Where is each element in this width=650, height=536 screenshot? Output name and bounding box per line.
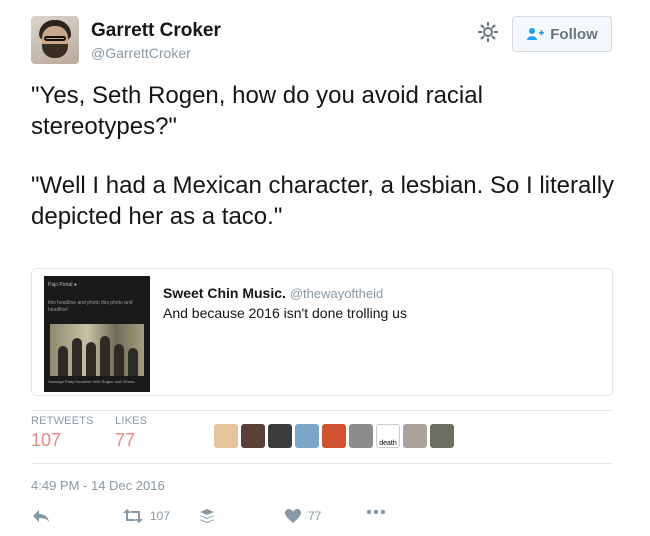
thumbnail-caption: this headline and photo this photo and h… xyxy=(48,300,133,313)
quoted-author-name: Sweet Chin Music. xyxy=(163,285,286,301)
thumbnail-photo xyxy=(50,324,144,376)
quoted-tweet[interactable]: Pajo Portal ● this headline and photo th… xyxy=(31,268,613,396)
retweets-label: RETWEETS xyxy=(31,415,94,427)
likes-label: LIKES xyxy=(115,415,148,427)
divider xyxy=(31,463,613,464)
reply-button[interactable] xyxy=(31,508,51,524)
tweet-actions: 107 77 xyxy=(0,508,650,530)
buffer-button[interactable] xyxy=(199,508,215,524)
quoted-author[interactable]: Sweet Chin Music. @thewayoftheid xyxy=(163,285,383,301)
tweet-text: "Yes, Seth Rogen, how do you avoid racia… xyxy=(31,80,621,260)
avatar-glasses xyxy=(44,36,66,41)
liker-avatar-label: death xyxy=(379,440,397,447)
tweet-paragraph-2: "Well I had a Mexican character, a lesbi… xyxy=(31,172,615,230)
more-button[interactable] xyxy=(365,508,387,516)
retweet-button[interactable]: 107 xyxy=(122,508,170,524)
liker-avatar[interactable] xyxy=(214,424,238,448)
thumbnail-header: Pajo Portal ● xyxy=(48,282,77,288)
liker-avatar[interactable] xyxy=(295,424,319,448)
liker-avatar[interactable]: death xyxy=(376,424,400,448)
timestamp[interactable]: 4:49 PM - 14 Dec 2016 xyxy=(31,478,165,493)
gear-icon[interactable] xyxy=(476,20,500,44)
follow-button[interactable]: Follow xyxy=(512,16,612,52)
liker-avatar[interactable] xyxy=(268,424,292,448)
avatar-beard xyxy=(42,44,68,58)
liker-avatar[interactable] xyxy=(430,424,454,448)
liker-avatar[interactable] xyxy=(322,424,346,448)
retweet-count: 107 xyxy=(150,509,171,523)
liker-avatar[interactable] xyxy=(349,424,373,448)
divider xyxy=(31,410,613,411)
quoted-tweet-text: And because 2016 isn't done trolling us xyxy=(163,305,407,321)
quoted-author-handle: @thewayoftheid xyxy=(289,286,384,301)
retweet-icon xyxy=(123,509,143,523)
add-user-icon xyxy=(527,28,545,40)
like-button[interactable]: 77 xyxy=(284,508,321,524)
reply-icon xyxy=(33,510,49,522)
quoted-tweet-thumbnail[interactable]: Pajo Portal ● this headline and photo th… xyxy=(44,276,150,392)
likes-count: 77 xyxy=(115,430,136,450)
heart-icon xyxy=(285,509,301,523)
retweets-stat[interactable]: RETWEETS 107 xyxy=(31,415,94,451)
stack-icon xyxy=(200,509,214,523)
liker-avatar[interactable] xyxy=(241,424,265,448)
tweet-paragraph-1: "Yes, Seth Rogen, how do you avoid racia… xyxy=(31,82,483,140)
likes-stat[interactable]: LIKES 77 xyxy=(115,415,147,451)
liker-avatar[interactable] xyxy=(403,424,427,448)
user-handle[interactable]: @GarrettCroker xyxy=(91,45,191,61)
liker-avatars: death xyxy=(214,424,454,448)
more-icon xyxy=(366,509,386,515)
user-name[interactable]: Garrett Croker xyxy=(91,20,221,42)
thumbnail-footer: Sausage Party Headline Seth Rogen and Ot… xyxy=(48,379,138,384)
like-count: 77 xyxy=(308,509,322,523)
retweets-count: 107 xyxy=(31,430,62,450)
avatar[interactable] xyxy=(31,16,79,64)
follow-label: Follow xyxy=(550,25,598,43)
